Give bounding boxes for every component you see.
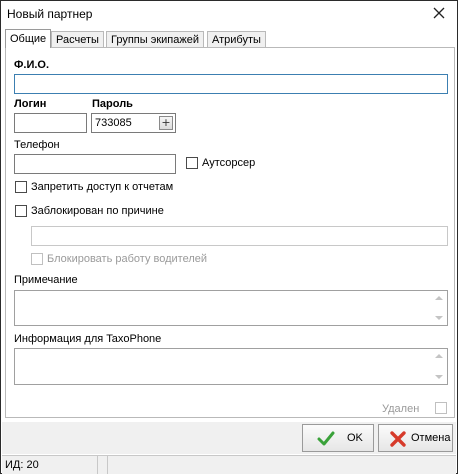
login-input[interactable]	[14, 113, 87, 133]
fio-label: Ф.И.О.	[14, 59, 50, 71]
password-label: Пароль	[92, 98, 133, 110]
tab-crew-groups[interactable]: Группы экипажей	[106, 31, 204, 47]
blocked-reason-input[interactable]	[31, 226, 448, 246]
scroll-down-icon[interactable]	[435, 316, 443, 320]
status-cell-empty	[98, 456, 108, 474]
taxophone-textarea[interactable]	[14, 348, 448, 385]
cancel-label: Отмена	[411, 432, 451, 444]
password-value: 733085	[95, 117, 132, 129]
deny-reports-label: Запретить доступ к отчетам	[31, 181, 174, 193]
blocked-reason-label: Заблокирован по причине	[31, 205, 164, 217]
note-scrollbar[interactable]	[431, 292, 446, 324]
block-drivers-label: Блокировать работу водителей	[47, 253, 208, 265]
phone-input[interactable]	[14, 154, 176, 174]
cancel-button[interactable]: Отмена	[378, 424, 453, 452]
deleted-checkbox[interactable]	[435, 402, 447, 414]
dialog-window: Новый партнер Общие Расчеты Группы экипа…	[0, 0, 458, 474]
window-title: Новый партнер	[7, 7, 93, 21]
button-panel: OK Отмена	[2, 422, 456, 454]
title-bar[interactable]: Новый партнер	[1, 1, 457, 27]
scroll-up-icon[interactable]	[435, 296, 443, 300]
outsourcer-label: Аутсорсер	[202, 157, 256, 169]
scroll-up-icon[interactable]	[435, 354, 443, 358]
record-id-text: ИД: 20	[5, 459, 39, 471]
note-label: Примечание	[14, 274, 78, 286]
outsourcer-checkbox[interactable]	[186, 157, 198, 169]
taxophone-scrollbar[interactable]	[431, 350, 446, 383]
checkmark-icon	[317, 431, 335, 446]
phone-label: Телефон	[14, 139, 60, 151]
block-drivers-checkbox[interactable]	[31, 253, 43, 265]
blocked-checkbox[interactable]	[15, 205, 27, 217]
tab-general[interactable]: Общие	[5, 29, 52, 48]
close-icon[interactable]	[431, 5, 447, 21]
general-tab-panel: Ф.И.О. Логин Пароль 733085 + Телефон Аут…	[5, 47, 455, 418]
fio-input[interactable]	[14, 74, 448, 94]
tab-attributes[interactable]: Атрибуты	[207, 31, 266, 47]
plus-icon: +	[161, 116, 171, 129]
password-generate-button[interactable]: +	[159, 116, 173, 130]
login-label: Логин	[14, 98, 47, 110]
scroll-down-icon[interactable]	[435, 375, 443, 379]
deny-reports-checkbox[interactable]	[15, 181, 27, 193]
ok-button[interactable]: OK	[302, 424, 374, 452]
status-bar: ИД: 20	[2, 455, 456, 474]
status-cell-id: ИД: 20	[2, 456, 98, 474]
deleted-label: Удален	[382, 403, 420, 415]
cross-icon	[390, 431, 406, 447]
tab-strip: Общие Расчеты Группы экипажей Атрибуты	[5, 29, 455, 48]
ok-label: OK	[347, 432, 363, 444]
note-textarea[interactable]	[14, 290, 448, 326]
tab-payments[interactable]: Расчеты	[51, 31, 104, 47]
taxophone-label: Информация для TaxoPhone	[14, 333, 162, 345]
